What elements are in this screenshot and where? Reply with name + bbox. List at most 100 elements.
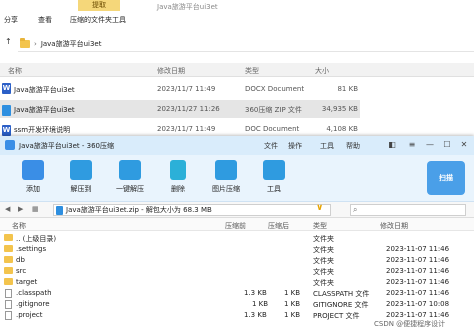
item-name: .project	[16, 311, 43, 319]
file-size: 4,108 KB	[326, 125, 358, 133]
menu-file[interactable]: 文件	[264, 141, 278, 151]
back-icon[interactable]: ◀	[5, 205, 10, 213]
menu-tools[interactable]: 工具	[320, 141, 334, 151]
skin-icon[interactable]: ◧	[385, 138, 399, 152]
menu-operation[interactable]: 操作	[288, 141, 302, 151]
item-name: db	[16, 256, 25, 264]
tools-button[interactable]: 工具	[254, 155, 294, 202]
file-row-selected[interactable]: Java旅游平台ui3et 2023/11/27 11:26 360压缩 ZIP…	[0, 100, 360, 118]
file-name: Java旅游平台ui3et	[14, 86, 75, 94]
folder-icon	[4, 234, 13, 241]
file-icon	[5, 311, 12, 320]
image-compress-button[interactable]: 图片压缩	[206, 155, 246, 202]
view-toggle-icon[interactable]: ▦	[32, 205, 39, 213]
item-date: 2023-11-07 11:46	[386, 267, 450, 275]
zip-path-bar: ◀ ▶ ▦ Java旅游平台ui3et.zip - 解包大小为 68.3 MB …	[0, 202, 474, 218]
file-name: ssm开发环境说明	[14, 126, 71, 134]
delete-button[interactable]: 删除	[158, 155, 198, 202]
file-date: 2023/11/27 11:26	[157, 105, 220, 113]
file-icon	[5, 300, 12, 309]
column-date[interactable]: 修改日期	[157, 66, 185, 76]
file-icon	[5, 289, 12, 298]
item-date: 2023-11-07 11:46	[386, 278, 450, 286]
item-date: 2023-11-07 11:46	[386, 289, 450, 297]
breadcrumb-chevron-icon: ›	[34, 40, 37, 48]
item-type: 文件夹	[313, 246, 334, 254]
item-size-after: 1 KB	[284, 289, 301, 297]
file-row[interactable]: W Java旅游平台ui3et 2023/11/7 11:49 DOCX Doc…	[0, 80, 360, 98]
watermark: CSDN @便捷程序设计	[374, 320, 446, 328]
file-size: 81 KB	[337, 85, 358, 93]
column-type[interactable]: 类型	[245, 66, 259, 76]
address-path-text: Java旅游平台ui3et	[40, 40, 102, 48]
one-click-extract-icon	[119, 160, 141, 180]
tab-compressed-folder-tools[interactable]: 压缩的文件夹工具	[70, 15, 126, 25]
zip-search-input[interactable]: ⌕	[350, 204, 466, 216]
file-explorer-window: 提取 Java旅游平台ui3et 分享 查看 压缩的文件夹工具 ↑ › Java…	[0, 0, 474, 145]
item-size-after: 1 KB	[284, 300, 301, 308]
add-button[interactable]: 添加	[13, 155, 53, 202]
item-type: 文件夹	[313, 257, 334, 265]
list-item[interactable]: db 文件夹 2023-11-07 11:46	[0, 255, 474, 266]
item-name: .. (上级目录)	[16, 235, 57, 243]
column-date[interactable]: 修改日期	[380, 221, 408, 231]
delete-label: 删除	[171, 185, 185, 193]
folder-icon	[4, 267, 13, 274]
tab-extract[interactable]: 提取	[78, 0, 120, 11]
zip-path-text: Java旅游平台ui3et.zip - 解包大小为 68.3 MB	[66, 206, 212, 214]
one-click-extract-button[interactable]: 一键解压	[110, 155, 150, 202]
zip-path-field[interactable]: Java旅游平台ui3et.zip - 解包大小为 68.3 MB	[53, 204, 331, 216]
docx-icon: W	[2, 83, 11, 94]
list-item[interactable]: target 文件夹 2023-11-07 11:46	[0, 277, 474, 288]
item-date: 2023-11-07 10:08	[386, 300, 450, 308]
maximize-icon[interactable]: ☐	[440, 138, 454, 152]
folder-icon	[4, 256, 13, 263]
column-after[interactable]: 压缩后	[268, 221, 289, 231]
dropdown-chevron-icon[interactable]: ∨	[316, 203, 323, 213]
tab-view[interactable]: 查看	[38, 15, 52, 25]
item-name: .settings	[16, 245, 47, 253]
column-type[interactable]: 类型	[313, 221, 327, 231]
extract-to-icon	[70, 160, 92, 180]
column-before[interactable]: 压缩前	[225, 221, 246, 231]
one-click-extract-label: 一键解压	[116, 185, 144, 193]
address-path[interactable]: › Java旅游平台ui3et	[18, 37, 474, 52]
file-type: DOCX Document	[245, 85, 305, 93]
column-size[interactable]: 大小	[315, 66, 329, 76]
item-name: .classpath	[16, 289, 52, 297]
list-item[interactable]: .settings 文件夹 2023-11-07 11:46	[0, 244, 474, 255]
item-type: PROJECT 文件	[313, 312, 360, 320]
zip-window: Java旅游平台ui3et - 360压缩 文件 操作 工具 帮助 ◧ ≡ — …	[0, 136, 474, 333]
menu-icon[interactable]: ≡	[405, 138, 419, 152]
search-icon: ⌕	[353, 205, 358, 214]
list-item[interactable]: .. (上级目录) 文件夹	[0, 233, 474, 244]
minimize-icon[interactable]: —	[423, 138, 437, 152]
zip-toolbar: 添加 解压到 一键解压 删除 图片压缩 工具 扫描	[0, 155, 474, 202]
tab-share[interactable]: 分享	[4, 15, 18, 25]
list-item[interactable]: .gitignore 1 KB 1 KB GITIGNORE 文件 2023-1…	[0, 299, 474, 310]
folder-icon	[4, 245, 13, 252]
close-icon[interactable]: ✕	[457, 138, 471, 152]
file-type: DOC Document	[245, 125, 300, 133]
image-compress-icon	[215, 160, 237, 180]
item-size-before: 1.3 KB	[244, 311, 267, 319]
doc-icon: W	[2, 125, 11, 136]
item-name: .gitignore	[16, 300, 50, 308]
list-item[interactable]: .classpath 1.3 KB 1 KB CLASSPATH 文件 2023…	[0, 288, 474, 299]
scan-button[interactable]: 扫描	[427, 161, 465, 195]
column-name[interactable]: 名称	[12, 221, 26, 231]
explorer-window-title: Java旅游平台ui3et	[157, 3, 218, 11]
list-item[interactable]: src 文件夹 2023-11-07 11:46	[0, 266, 474, 277]
extract-to-label: 解压到	[70, 185, 92, 193]
extract-to-button[interactable]: 解压到	[61, 155, 101, 202]
explorer-ribbon-tabs: 提取 Java旅游平台ui3et 分享 查看 压缩的文件夹工具	[0, 0, 474, 28]
menu-help[interactable]: 帮助	[346, 141, 360, 151]
nav-up-icon[interactable]: ↑	[5, 37, 12, 46]
item-name: target	[16, 278, 38, 286]
item-date: 2023-11-07 11:46	[386, 256, 450, 264]
explorer-address-bar: ↑ › Java旅游平台ui3et	[0, 34, 474, 54]
item-date: 2023-11-07 11:46	[386, 245, 450, 253]
item-type: 文件夹	[313, 268, 334, 276]
forward-icon[interactable]: ▶	[18, 205, 23, 213]
column-name[interactable]: 名称	[8, 66, 22, 76]
